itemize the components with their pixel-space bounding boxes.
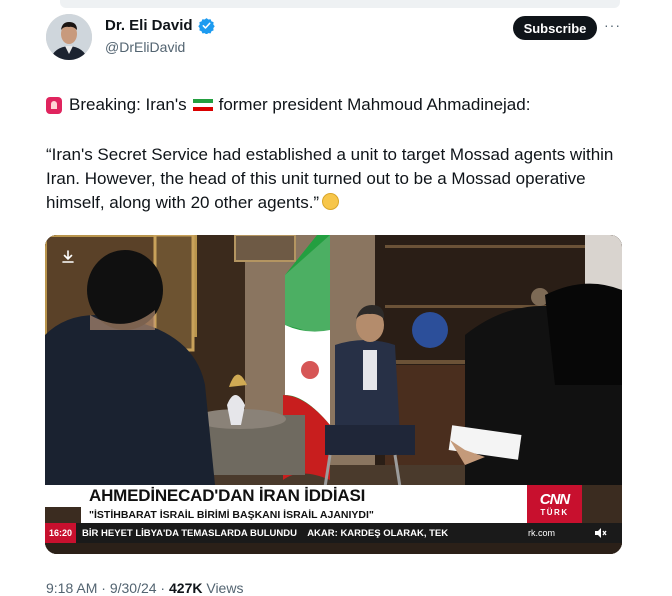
iran-flag-emoji-icon xyxy=(192,99,213,111)
channel-logo-sub: TÜRK xyxy=(540,508,569,517)
post-date[interactable]: 9/30/24 xyxy=(110,580,157,596)
subscribe-button[interactable]: Subscribe xyxy=(513,16,597,40)
ticker-time: 16:20 xyxy=(45,523,77,543)
siren-emoji-icon xyxy=(46,96,62,114)
news-ticker: 16:20 BİR HEYET LİBYA'DA TEMASLARDA BULU… xyxy=(45,523,622,543)
ticker-site: rk.com xyxy=(528,528,556,538)
author-name-row: Dr. Eli David xyxy=(105,17,215,34)
author-name[interactable]: Dr. Eli David xyxy=(105,17,193,34)
mute-icon[interactable] xyxy=(593,526,607,540)
views-count: 427K xyxy=(169,580,203,596)
video-headline: AHMEDİNECAD'DAN İRAN İDDİASI xyxy=(89,486,366,505)
more-options-icon[interactable]: ··· xyxy=(604,17,621,33)
video-player[interactable]: AHMEDİNECAD'DAN İRAN İDDİASI "İSTİHBARAT… xyxy=(45,235,622,554)
avatar[interactable] xyxy=(46,14,92,60)
channel-logo-text: CNN xyxy=(539,491,570,508)
post-time[interactable]: 9:18 AM xyxy=(46,580,97,596)
ticker-text: BİR HEYET LİBYA'DA TEMASLARDA BULUNDU AK… xyxy=(82,527,449,539)
verified-badge-icon xyxy=(197,18,215,34)
post-text-suffix: former president Mahmoud Ahmadinejad: xyxy=(218,95,531,114)
video-subheadline: "İSTİHBARAT İSRAİL BİRİMİ BAŞKANI İSRAİL… xyxy=(89,509,374,521)
previous-post-edge xyxy=(60,0,620,8)
views-label: Views xyxy=(206,580,244,596)
post-text-line1: Breaking: Iran's former president Mahmou… xyxy=(46,95,530,115)
download-icon[interactable] xyxy=(60,249,76,265)
author-handle[interactable]: @DrEliDavid xyxy=(105,39,185,55)
lower-third-subheadline-bar: "İSTİHBARAT İSRAİL BİRİMİ BAŞKANI İSRAİL… xyxy=(81,507,527,523)
post-text-prefix: Breaking: Iran's xyxy=(69,95,187,114)
video-bottom-strip xyxy=(45,543,622,554)
post-quote: “Iran's Secret Service had established a… xyxy=(46,143,636,215)
post-metadata: 9:18 AM · 9/30/24 · 427K Views xyxy=(46,580,244,596)
lower-third-headline-bar: AHMEDİNECAD'DAN İRAN İDDİASI xyxy=(45,485,527,507)
rofl-emoji-icon xyxy=(322,193,340,210)
channel-logo: CNN TÜRK xyxy=(527,485,582,523)
